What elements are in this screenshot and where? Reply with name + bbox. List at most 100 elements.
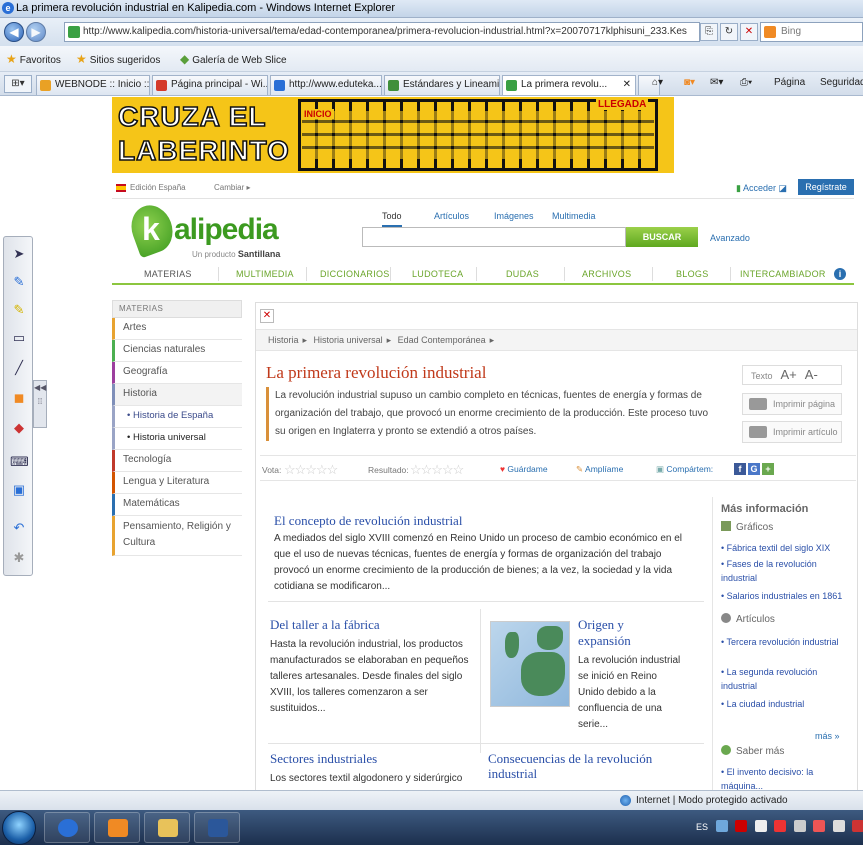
menu-item-historia-espana[interactable]: • Historia de España [112, 406, 242, 428]
settings-icon[interactable]: ✱ [10, 549, 28, 567]
pen-icon[interactable]: ✎ [10, 273, 28, 291]
tab-estandares[interactable]: Estándares y Lineami... [384, 75, 500, 95]
vote-stars[interactable]: ☆☆☆☆☆ [284, 462, 338, 478]
menu-item-lengua[interactable]: Lengua y Literatura [112, 472, 242, 494]
nav-multimedia[interactable]: MULTIMEDIA [236, 269, 294, 279]
tray-app-icon[interactable] [852, 820, 863, 832]
article-link[interactable]: Tercera revolución industrial [721, 635, 851, 649]
back-button[interactable]: ◀ [4, 22, 24, 42]
line-icon[interactable]: ╱ [10, 359, 28, 377]
tray-app-icon[interactable] [793, 820, 806, 832]
font-increase-button[interactable]: A+ [781, 367, 797, 382]
menu-item-pensamiento[interactable]: Pensamiento, Religión y Cultura [112, 516, 242, 556]
tab-eduteka[interactable]: http://www.eduteka... [270, 75, 382, 95]
nav-ludoteca[interactable]: LUDOTECA [412, 269, 463, 279]
notes-icon[interactable]: ▣ [10, 481, 28, 499]
start-button[interactable] [2, 811, 36, 845]
change-edition-link[interactable]: Cambiar ▸ [214, 183, 250, 192]
suggested-sites-link[interactable]: ★ Sitios sugeridos [76, 52, 160, 66]
network-icon[interactable] [715, 820, 728, 832]
maze-ad-banner[interactable]: CRUZA EL LABERINTO INICIO LLEGADA [112, 97, 674, 173]
section-title[interactable]: El concepto de revolución industrial [274, 513, 462, 529]
graphic-link[interactable]: Salarios industriales en 1861 [721, 589, 851, 603]
breadcrumb-historia[interactable]: Historia [268, 335, 299, 345]
taskbar-ie[interactable] [44, 812, 90, 843]
section-title[interactable]: Origen y expansión [578, 617, 678, 649]
breadcrumb-edad-contemporanea[interactable]: Edad Contemporánea [398, 335, 486, 345]
read-mail-icon[interactable]: ✉▾ [710, 77, 723, 88]
forward-button[interactable]: ▶ [26, 22, 46, 42]
save-button[interactable]: ♥ Guárdame [500, 464, 548, 474]
nav-dudas[interactable]: DUDAS [506, 269, 539, 279]
tab-close-icon[interactable]: ✕ [623, 76, 631, 94]
shapes-icon[interactable]: ◼ [10, 389, 28, 407]
search-tab-all[interactable]: Todo [382, 211, 402, 227]
nav-archivos[interactable]: ARCHIVOS [582, 269, 631, 279]
language-indicator[interactable]: ES [696, 822, 708, 832]
share-more-icon[interactable]: + [762, 463, 774, 475]
article-link[interactable]: La segunda revolución industrial [721, 665, 851, 693]
eraser-icon[interactable]: ▭ [10, 329, 28, 347]
kalipedia-logo[interactable]: k alipedia Un producto Santillana [124, 199, 282, 263]
toolbar-collapse-handle[interactable]: ◀◀ ⁞⁞ [33, 380, 47, 428]
safety-menu[interactable]: Seguridad [820, 77, 863, 88]
facebook-icon[interactable]: f [734, 463, 746, 475]
graphic-link[interactable]: Fases de la revolución industrial [721, 557, 851, 585]
print-article-button[interactable]: Imprimir artículo [742, 421, 842, 443]
expand-button[interactable]: ✎ Amplíame [576, 464, 623, 475]
taskbar-explorer[interactable] [144, 812, 190, 843]
advanced-search-link[interactable]: Avanzado [710, 233, 750, 243]
pointer-icon[interactable]: ➤ [10, 245, 28, 263]
login-link[interactable]: ▮ Acceder ◪ [736, 183, 787, 194]
taskbar-media-player[interactable] [94, 812, 140, 843]
webslice-gallery-link[interactable]: ◆ Galería de Web Slice [180, 52, 287, 66]
volume-icon[interactable] [832, 820, 845, 832]
article-link[interactable]: La ciudad industrial [721, 697, 851, 711]
rss-icon[interactable]: ◙▾ [684, 77, 695, 88]
search-button[interactable]: BUSCAR [626, 227, 698, 247]
taskbar-word[interactable] [194, 812, 240, 843]
register-button[interactable]: Regístrate [798, 179, 854, 195]
breadcrumb-historia-universal[interactable]: Historia universal [314, 335, 383, 345]
menu-item-artes[interactable]: Artes [112, 318, 242, 340]
print-page-button[interactable]: Imprimir página [742, 393, 842, 415]
favorites-button[interactable]: ★ Favoritos [6, 52, 61, 66]
tab-kalipedia-active[interactable]: La primera revolu... ✕ [502, 75, 636, 95]
menu-item-historia-universal[interactable]: • Historia universal [112, 428, 242, 450]
search-box[interactable]: Bing [760, 22, 863, 42]
font-decrease-button[interactable]: A- [805, 367, 818, 382]
search-tab-images[interactable]: Imágenes [494, 211, 534, 221]
more-link[interactable]: más » [815, 731, 840, 741]
europe-map-image[interactable] [490, 621, 570, 707]
menu-item-ciencias[interactable]: Ciencias naturales [112, 340, 242, 362]
keyboard-icon[interactable]: ⌨ [10, 453, 29, 471]
nav-materias[interactable]: MATERIAS [144, 269, 192, 279]
address-bar[interactable]: http://www.kalipedia.com/historia-univer… [64, 22, 700, 42]
tray-app-icon[interactable] [813, 820, 826, 832]
print-icon[interactable]: ⎙▾ [740, 77, 752, 88]
refresh-icon[interactable]: ↻ [720, 23, 738, 41]
close-icon[interactable]: ✕ [260, 309, 274, 323]
tray-app-icon[interactable] [754, 820, 767, 832]
know-more-link[interactable]: El invento decisivo: la máquina... [721, 765, 851, 790]
search-tab-multimedia[interactable]: Multimedia [552, 211, 596, 221]
tray-app-icon[interactable] [735, 820, 748, 832]
page-menu[interactable]: Página [774, 77, 805, 88]
nav-intercambiador[interactable]: INTERCAMBIADOR [740, 269, 826, 279]
menu-item-historia[interactable]: Historia [112, 384, 242, 406]
fill-icon[interactable]: ◆ [10, 419, 28, 437]
menu-item-matematicas[interactable]: Matemáticas [112, 494, 242, 516]
share-site-icon[interactable]: G [748, 463, 760, 475]
site-search-input[interactable] [362, 227, 626, 247]
graphic-link[interactable]: Fábrica textil del siglo XIX [721, 541, 851, 555]
tab-webnode[interactable]: WEBNODE :: Inicio :: [36, 75, 150, 95]
window-title-bar[interactable]: e La primera revolución industrial en Ka… [0, 0, 863, 18]
section-title[interactable]: Sectores industriales [270, 751, 377, 767]
compat-view-icon[interactable]: ⎘ [700, 23, 718, 41]
home-icon[interactable]: ⌂▾ [652, 77, 663, 88]
info-icon[interactable]: i [834, 268, 846, 280]
undo-icon[interactable]: ↶ [10, 519, 28, 537]
menu-item-tecnologia[interactable]: Tecnología [112, 450, 242, 472]
menu-item-geografia[interactable]: Geografía [112, 362, 242, 384]
section-title[interactable]: Del taller a la fábrica [270, 617, 380, 633]
